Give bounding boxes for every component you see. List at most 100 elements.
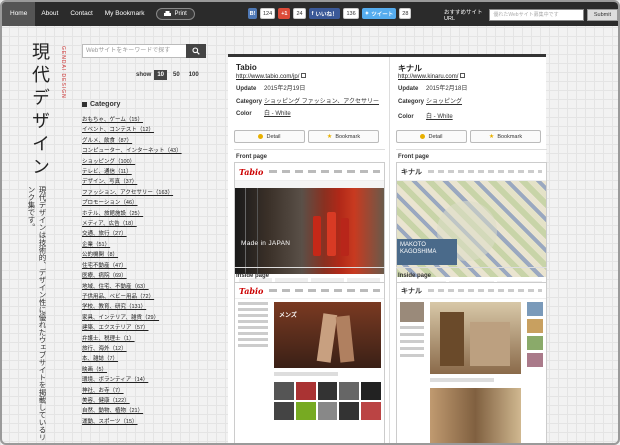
nav-bookmark-link[interactable]: My Bookmark	[99, 2, 151, 26]
update-date: 2015年2月19日	[264, 86, 306, 92]
category-item[interactable]: 神社、お寺（7）	[82, 386, 182, 396]
site-title[interactable]: 現代デザイン	[26, 42, 52, 180]
bookmark-button[interactable]: ★ Bookmark	[308, 130, 379, 143]
site-title-link[interactable]: Tabio	[236, 63, 257, 72]
category-item[interactable]: ホテル、旅館施設（25）	[82, 209, 182, 219]
search-button[interactable]	[186, 44, 206, 58]
category-item[interactable]: コンピューター、インターネット（43）	[82, 146, 182, 156]
inside-page-label: Inside page	[398, 273, 432, 279]
kinaru-logo: キナル	[401, 168, 422, 176]
category-item[interactable]: 医療、病院（69）	[82, 271, 182, 281]
divider	[396, 267, 547, 268]
submit-button[interactable]: Submit	[586, 9, 618, 21]
front-page-label: Front page	[398, 154, 429, 160]
nav-home-link[interactable]: Home	[2, 2, 36, 26]
color-link[interactable]: 白 - White	[426, 114, 453, 122]
tweet-button[interactable]: ✦ ツイート	[361, 8, 397, 19]
hatena-count: 124	[260, 8, 276, 19]
detail-label: Detail	[266, 133, 281, 140]
detail-button[interactable]: Detail	[396, 130, 467, 143]
site-url-link[interactable]: http://www.tabio.com/jp/	[236, 73, 307, 80]
category-item[interactable]: 建築、エクステリア（57）	[82, 323, 182, 333]
site-url-link[interactable]: http://www.kinaru.com/	[398, 73, 466, 80]
category-item[interactable]: デザイン、写真（37）	[82, 177, 182, 187]
category-item[interactable]: おもちゃ、ゲーム（15）	[82, 115, 182, 125]
category-item[interactable]: プロモーション（46）	[82, 198, 182, 208]
front-page-label: Front page	[236, 154, 267, 160]
color-link[interactable]: 白 - White	[264, 111, 291, 119]
category-item[interactable]: 企業（51）	[82, 240, 182, 250]
show-50-option[interactable]: 50	[170, 70, 183, 80]
detail-label: Detail	[428, 133, 443, 140]
facebook-icon: f	[311, 10, 314, 17]
site-card-kinaru: キナル http://www.kinaru.com/ Update 2015年2月…	[389, 57, 547, 443]
twitter-icon: ✦	[364, 10, 370, 17]
category-item[interactable]: 環境、ボランティア（14）	[82, 375, 182, 385]
like-count: 136	[343, 8, 359, 19]
show-label: show	[136, 72, 152, 78]
category-item[interactable]: 運動、スポーツ（15）	[82, 417, 182, 427]
category-item[interactable]: メディア、広告（18）	[82, 219, 182, 229]
category-item[interactable]: テレビ、通信（11）	[82, 167, 182, 177]
card-actions: Detail ★ Bookmark	[234, 130, 379, 143]
category-item[interactable]: イベント、コンテスト（12）	[82, 125, 182, 135]
site-subtitle: GENDAI DESIGN	[60, 46, 66, 99]
hatena-bookmark-button[interactable]: B!	[248, 8, 257, 19]
site-listing: Tabio http://www.tabio.com/jp/ Update 201…	[228, 54, 547, 443]
category-item[interactable]: 学校、教育、研究（131）	[82, 302, 182, 312]
category-list: おもちゃ、ゲーム（15） イベント、コンテスト（12） グルメ、飲食（87） コンピュ…	[82, 115, 182, 427]
update-label: Update	[398, 86, 419, 92]
print-button[interactable]: Print	[156, 8, 195, 20]
tabio-inside-logo: Tabio	[239, 285, 264, 296]
category-item[interactable]: 本、雑誌（7）	[82, 354, 182, 364]
category-item[interactable]: 家具、インテリア、雑貨（29）	[82, 313, 182, 323]
category-item[interactable]: 弁護士、税理士（1）	[82, 334, 182, 344]
category-item[interactable]: 子供用品、ベビー用品（72）	[82, 292, 182, 302]
front-headline: MAKOTO KAGOSHIMA	[397, 239, 457, 265]
recommend-url-input[interactable]: 優れたWebサイト募集中です	[489, 9, 584, 21]
category-item[interactable]: ショッピング（100）	[82, 157, 182, 167]
show-100-option[interactable]: 100	[186, 70, 202, 80]
facebook-like-button[interactable]: f いいね！	[308, 8, 341, 19]
category-heading-label: Category	[90, 101, 121, 108]
search-icon	[192, 47, 200, 55]
gplus-button[interactable]: +1	[278, 8, 291, 19]
inside-page-label: Inside page	[236, 273, 270, 279]
detail-button[interactable]: Detail	[234, 130, 305, 143]
category-links[interactable]: ショッピング	[426, 99, 462, 107]
bookmark-button[interactable]: ★ Bookmark	[470, 130, 541, 143]
site-url-text: http://www.tabio.com/jp/	[236, 74, 300, 80]
category-item[interactable]: 公的機関（8）	[82, 250, 182, 260]
color-label: Color	[236, 111, 252, 117]
detail-icon	[420, 134, 426, 139]
category-item[interactable]: 地域、住宅、不動産（63）	[82, 282, 182, 292]
category-item[interactable]: ファッション、アクセサリー（163）	[82, 188, 182, 198]
tweet-count: 28	[399, 8, 412, 19]
inside-page-screenshot[interactable]: Tabio メンズ	[234, 282, 385, 443]
category-item[interactable]: グルメ、飲食（87）	[82, 136, 182, 146]
category-item[interactable]: 住宅不動産（47）	[82, 261, 182, 271]
nav-about-link[interactable]: About	[35, 2, 64, 26]
divider	[234, 149, 385, 150]
category-label: Category	[398, 98, 425, 105]
show-10-option[interactable]: 10	[154, 70, 168, 80]
category-item[interactable]: 美容、健康（122）	[82, 396, 182, 406]
like-label: いいね！	[315, 11, 338, 18]
category-item[interactable]: 交通、旅行（27）	[82, 229, 182, 239]
gplus-count: 24	[293, 8, 306, 19]
color-label: Color	[398, 114, 414, 120]
inside-word: メンズ	[279, 313, 297, 319]
site-submission: おすすめサイトURL 優れたWebサイト募集中です Submit	[444, 8, 618, 22]
update-label: Update	[236, 86, 257, 92]
category-item[interactable]: 自然、動物、植物（21）	[82, 406, 182, 416]
category-item[interactable]: 旅行、海外（12）	[82, 344, 182, 354]
site-meta: Update 2015年2月19日 Category ショッピング ファッション、ア…	[236, 86, 381, 124]
category-item[interactable]: 映画（5）	[82, 365, 182, 375]
category-links[interactable]: ショッピング ファッション、アクセサリー	[264, 99, 379, 107]
nav-contact-link[interactable]: Contact	[64, 2, 98, 26]
tweet-label: ツイート	[371, 11, 394, 18]
site-description: 現代デザインは技術的、デザイン性に優れたウェブサイトを掲載しているリンク集です。	[27, 186, 47, 441]
category-label: Category	[236, 98, 263, 105]
detail-icon	[258, 134, 264, 139]
inside-page-screenshot[interactable]: キナル	[396, 282, 547, 443]
